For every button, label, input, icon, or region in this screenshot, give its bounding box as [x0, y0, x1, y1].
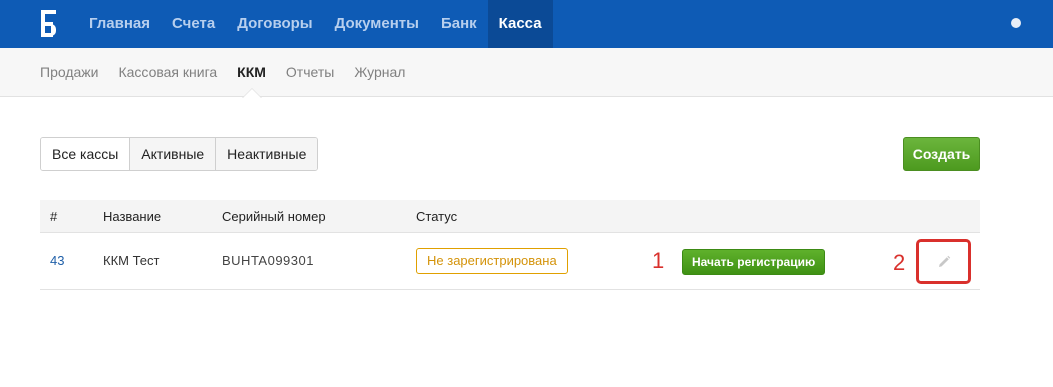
column-header-status: Статус: [416, 209, 458, 224]
tab-cash-book[interactable]: Кассовая книга: [108, 48, 227, 97]
column-header-serial: Серийный номер: [222, 209, 326, 224]
sub-navigation: Продажи Кассовая книга ККМ Отчеты Журнал: [0, 48, 1053, 98]
status-badge: Не зарегистрирована: [416, 248, 568, 274]
nav-item-accounts[interactable]: Счета: [161, 0, 226, 48]
table-row: 43 ККМ Тест BUHTA099301 Не зарегистриров…: [40, 233, 980, 290]
tab-journal[interactable]: Журнал: [344, 48, 415, 97]
annotation-marker-1: 1: [652, 248, 665, 273]
active-tab-caret: [242, 89, 261, 98]
nav-item-documents[interactable]: Документы: [324, 0, 430, 48]
start-registration-button[interactable]: Начать регистрацию: [682, 249, 826, 275]
nav-item-contracts[interactable]: Договоры: [226, 0, 323, 48]
edit-button[interactable]: [925, 247, 962, 276]
register-filter-group: Все кассы Активные Неактивные: [40, 137, 319, 171]
annotation-marker-2: 2: [893, 250, 906, 275]
tab-kkm[interactable]: ККМ: [227, 48, 276, 98]
pencil-icon: [938, 255, 950, 267]
create-button[interactable]: Создать: [903, 137, 980, 171]
filter-active-button[interactable]: Активные: [129, 138, 216, 170]
table-header: # Название Серийный номер Статус: [40, 200, 980, 233]
column-header-number: #: [50, 209, 58, 224]
nav-item-bank[interactable]: Банк: [430, 0, 488, 48]
nav-item-cashdesk[interactable]: Касса: [487, 0, 553, 48]
tab-sales[interactable]: Продажи: [30, 48, 108, 97]
main-nav: Главная Счета Договоры Документы Банк Ка…: [78, 0, 553, 48]
annotation-highlight-box: [916, 239, 971, 284]
register-name: ККМ Тест: [103, 253, 160, 268]
filter-inactive-button[interactable]: Неактивные: [215, 138, 318, 170]
tab-kkm-label: ККМ: [237, 64, 266, 80]
user-status-icon[interactable]: [1011, 18, 1021, 28]
top-navigation-bar: Главная Счета Договоры Документы Банк Ка…: [0, 0, 1053, 48]
nav-item-home[interactable]: Главная: [78, 0, 161, 48]
column-header-name: Название: [103, 209, 162, 224]
register-serial: BUHTA099301: [222, 253, 314, 268]
bank-logo-icon[interactable]: [38, 10, 58, 38]
tab-reports[interactable]: Отчеты: [276, 48, 344, 97]
filter-all-button[interactable]: Все кассы: [41, 138, 130, 170]
register-id-link[interactable]: 43: [50, 233, 64, 289]
registers-table: # Название Серийный номер Статус 43 ККМ …: [40, 200, 980, 290]
